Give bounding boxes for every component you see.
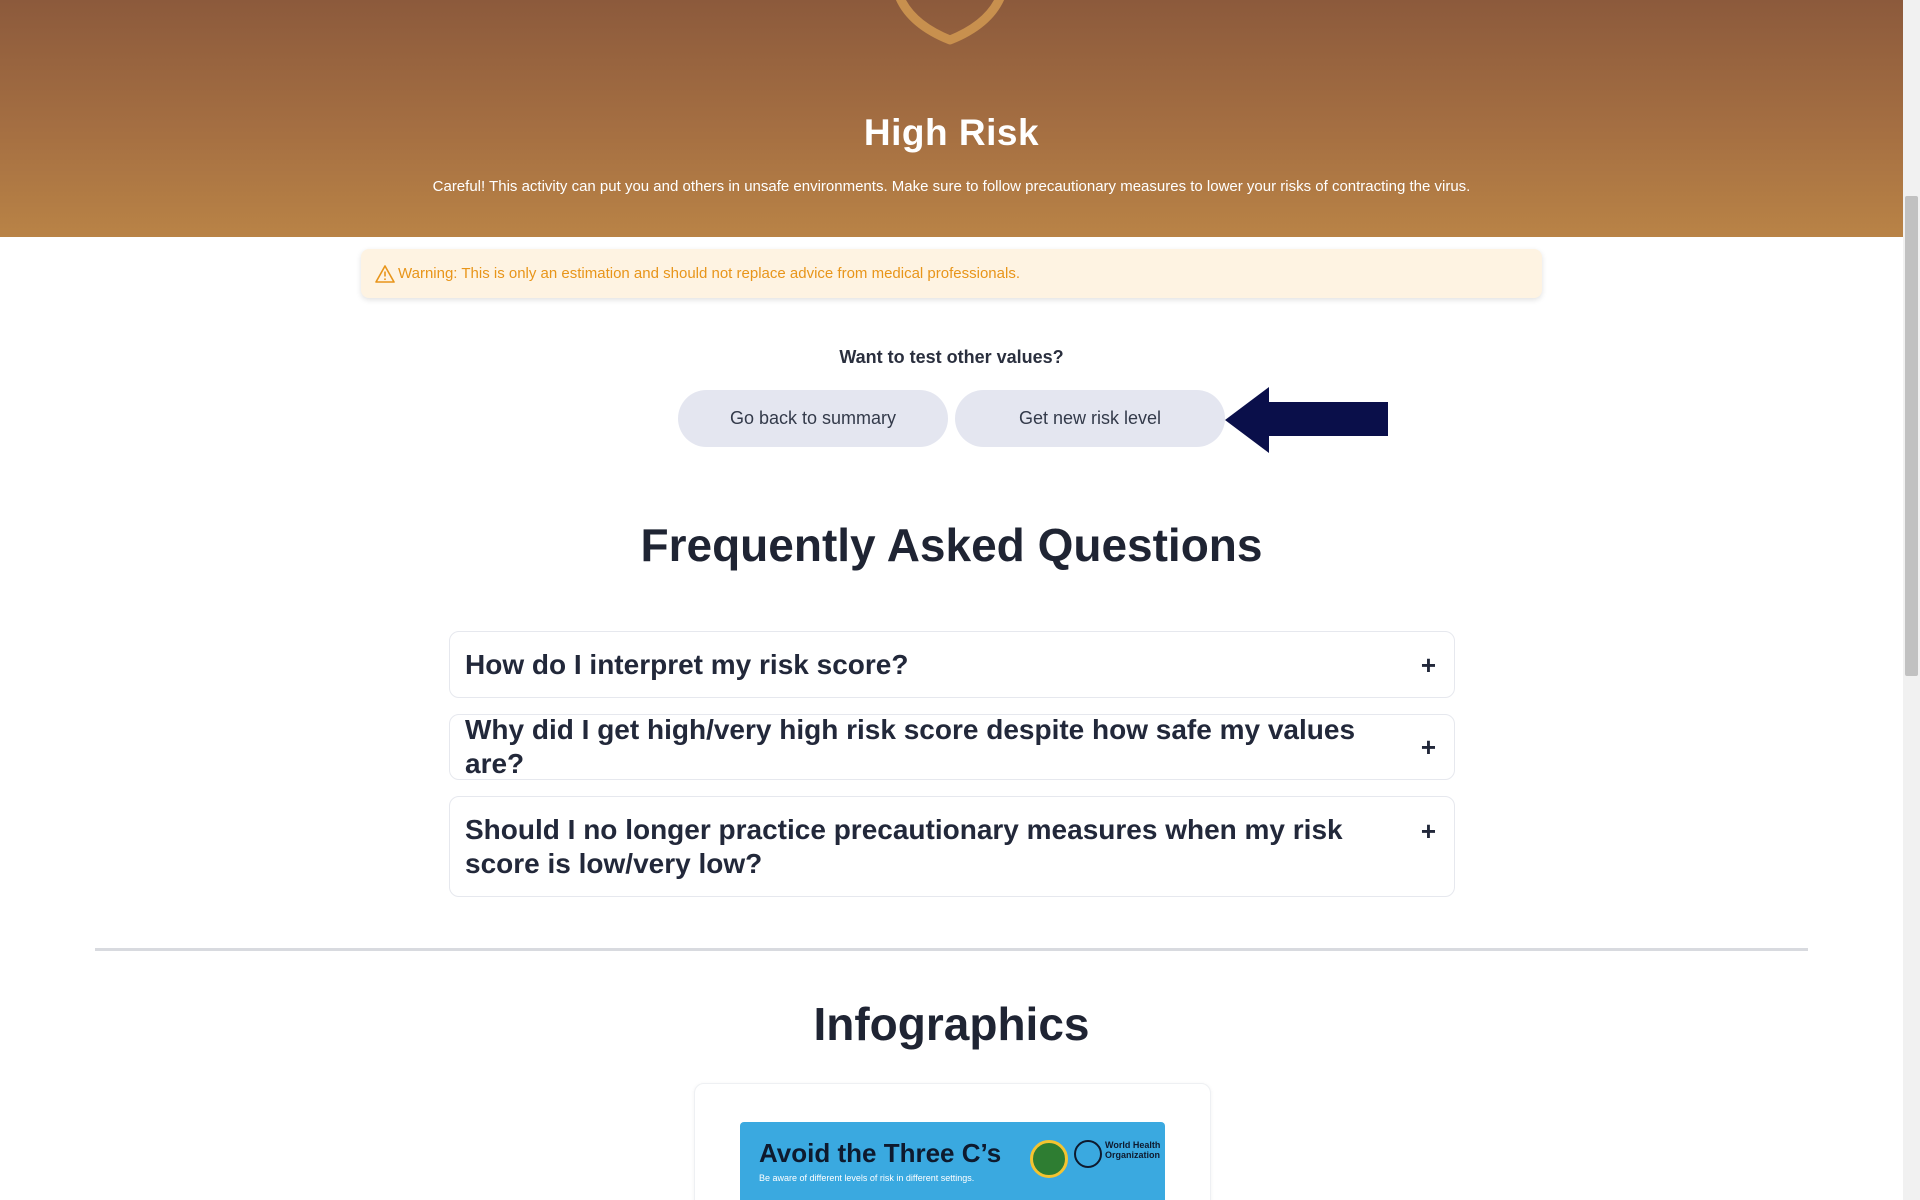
shield-virus-icon [896, 0, 1004, 45]
get-new-risk-level-button[interactable]: Get new risk level [955, 390, 1225, 447]
risk-level-title: High Risk [863, 112, 1040, 153]
faq-item-interpret-score[interactable]: How do I interpret my risk score? + [449, 631, 1455, 698]
faq-question: How do I interpret my risk score? [465, 648, 909, 680]
faq-item-high-risk-despite-safe[interactable]: Why did I get high/very high risk score … [449, 714, 1455, 780]
faq-heading: Frequently Asked Questions [640, 519, 1263, 571]
scrollbar-thumb[interactable] [1905, 196, 1918, 676]
page: High Risk Careful! This activity can put… [0, 0, 1920, 1200]
doh-seal-icon [1030, 1140, 1068, 1178]
expand-plus-icon[interactable]: + [1421, 815, 1436, 847]
faq-item-precautionary-measures[interactable]: Should I no longer practice precautionar… [449, 796, 1455, 897]
poster-title: Avoid the Three C’s [759, 1138, 1002, 1168]
test-other-values-prompt: Want to test other values? [839, 347, 1064, 367]
warning-text: Warning: This is only an estimation and … [398, 265, 1020, 282]
faq-question: Why did I get high/very high risk score … [465, 714, 1356, 779]
section-divider [95, 948, 1808, 951]
infographic-card[interactable]: Avoid the Three C’s Be aware of differen… [694, 1083, 1211, 1200]
poster-org-name: World Health Organization [1105, 1140, 1161, 1160]
warning-banner: Warning: This is only an estimation and … [361, 249, 1542, 298]
infographic-poster[interactable]: Avoid the Three C’s Be aware of differen… [740, 1122, 1165, 1200]
faq-question: Should I no longer practice precautionar… [465, 813, 1343, 879]
expand-plus-icon[interactable]: + [1421, 649, 1436, 681]
who-globe-icon [1074, 1140, 1102, 1168]
go-back-to-summary-button[interactable]: Go back to summary [678, 390, 948, 447]
poster-subtitle: Be aware of different levels of risk in … [759, 1173, 975, 1183]
arrow-left-icon [1225, 387, 1388, 453]
infographics-heading: Infographics [813, 998, 1090, 1050]
risk-result-banner: High Risk Careful! This activity can put… [0, 0, 1903, 237]
expand-plus-icon[interactable]: + [1421, 731, 1436, 763]
warning-triangle-icon [375, 264, 395, 283]
risk-level-description: Careful! This activity can put you and o… [432, 178, 1471, 195]
